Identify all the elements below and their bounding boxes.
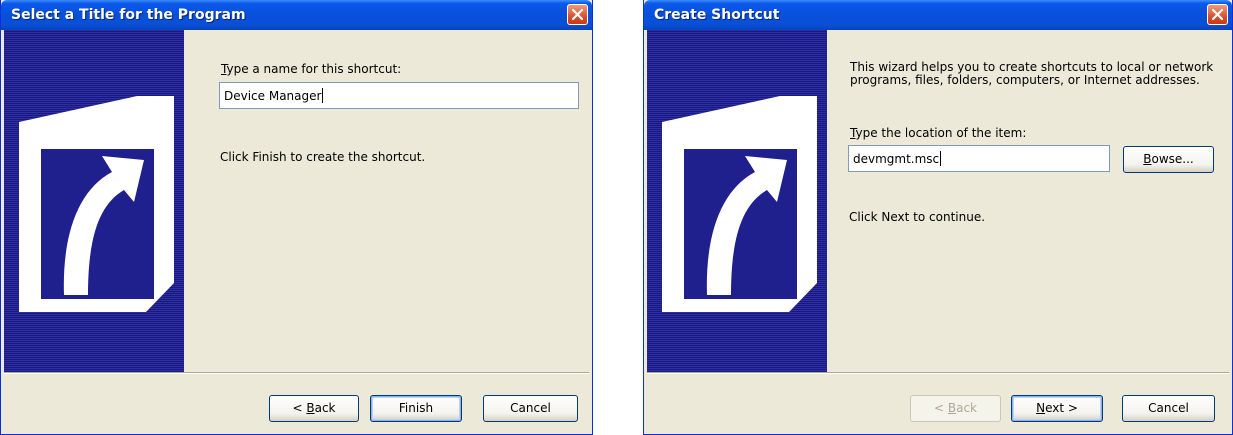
title-bar[interactable]: Select a Title for the Program: [1, 0, 592, 30]
text-caret: [322, 88, 324, 103]
select-title-dialog: Select a Title for the Program Type a na…: [0, 0, 593, 435]
create-shortcut-dialog: Create Shortcut This wizard helps you to…: [643, 0, 1233, 435]
browse-button[interactable]: Bowse...: [1123, 146, 1214, 173]
close-icon: [1211, 8, 1224, 21]
dialog-title: Select a Title for the Program: [11, 7, 246, 23]
close-button[interactable]: [1207, 4, 1228, 25]
wizard-content: This wizard helps you to create shortcut…: [827, 30, 1229, 372]
name-field-label: Type a name for this shortcut:: [221, 62, 402, 76]
location-field-label: Type the location of the item:: [850, 126, 1027, 140]
wizard-banner: [647, 30, 827, 372]
shortcut-name-input[interactable]: Device Manager: [219, 82, 579, 109]
next-button[interactable]: Next >: [1011, 395, 1103, 422]
wizard-banner: [4, 30, 184, 372]
finish-button[interactable]: Finish: [370, 395, 462, 422]
cancel-button[interactable]: Cancel: [1122, 395, 1215, 422]
wizard-intro-text: This wizard helps you to create shortcut…: [850, 60, 1214, 87]
title-bar[interactable]: Create Shortcut: [644, 0, 1232, 30]
close-icon: [571, 8, 584, 21]
finish-hint: Click Finish to create the shortcut.: [220, 150, 426, 164]
shortcut-arrow-icon: [662, 96, 817, 312]
back-button[interactable]: < Back: [910, 395, 1001, 422]
button-separator: [4, 372, 589, 374]
back-button[interactable]: < Back: [269, 395, 359, 422]
next-hint: Click Next to continue.: [849, 210, 986, 224]
shortcut-arrow-icon: [19, 96, 174, 312]
cancel-button[interactable]: Cancel: [483, 395, 578, 422]
item-location-input[interactable]: devmgmt.msc: [848, 145, 1110, 172]
dialog-title: Create Shortcut: [654, 7, 780, 23]
text-caret: [940, 151, 942, 166]
wizard-content: Type a name for this shortcut: Device Ma…: [184, 30, 589, 372]
close-button[interactable]: [567, 4, 588, 25]
button-separator: [647, 372, 1229, 374]
